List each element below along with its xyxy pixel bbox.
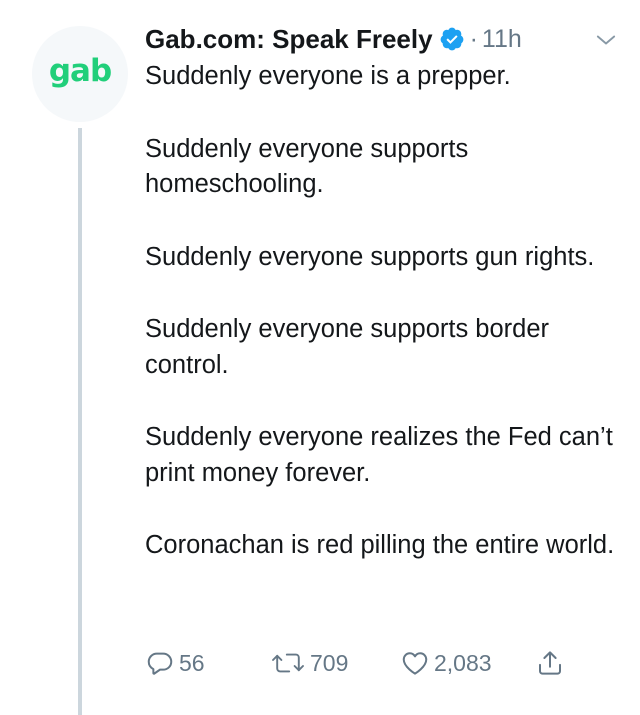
reply-icon — [145, 648, 175, 678]
tweet-paragraph: Coronachan is red pilling the entire wor… — [145, 531, 615, 559]
tweet-actions: 56 709 2,083 — [145, 645, 565, 681]
avatar[interactable]: gab — [32, 26, 128, 122]
share-icon — [535, 648, 565, 678]
tweet[interactable]: gab Gab.com: Speak Freely · 11h Suddenly… — [0, 0, 640, 715]
verified-badge-icon — [439, 26, 465, 52]
reply-button[interactable]: 56 — [145, 648, 270, 678]
like-count: 2,083 — [434, 649, 492, 676]
tweet-paragraph: Suddenly everyone supports homeschooling… — [145, 134, 469, 199]
separator-dot: · — [469, 24, 478, 53]
share-button[interactable] — [535, 648, 565, 678]
timestamp[interactable]: 11h — [482, 25, 522, 54]
retweet-count: 709 — [310, 649, 349, 676]
tweet-paragraph: Suddenly everyone supports gun rights. — [145, 242, 595, 271]
retweet-button[interactable]: 709 — [270, 648, 400, 678]
tweet-paragraph: Suddenly everyone supports border contro… — [145, 315, 550, 379]
tweet-content: Gab.com: Speak Freely · 11h Suddenly eve… — [145, 20, 620, 564]
tweet-paragraph: Suddenly everyone is a prepper. — [145, 62, 511, 90]
tweet-text: Suddenly everyone is a prepper. Suddenly… — [145, 59, 620, 564]
tweet-header: Gab.com: Speak Freely · 11h — [145, 20, 620, 58]
heart-icon — [400, 648, 430, 678]
avatar-logo-text: gab — [48, 53, 112, 89]
thread-line — [78, 128, 82, 715]
chevron-down-icon[interactable] — [592, 26, 620, 54]
like-button[interactable]: 2,083 — [400, 648, 535, 678]
retweet-icon — [270, 648, 306, 678]
tweet-paragraph: Suddenly everyone realizes the Fed can’t… — [145, 423, 613, 487]
display-name[interactable]: Gab.com: Speak Freely — [145, 24, 433, 55]
reply-count: 56 — [179, 649, 205, 676]
